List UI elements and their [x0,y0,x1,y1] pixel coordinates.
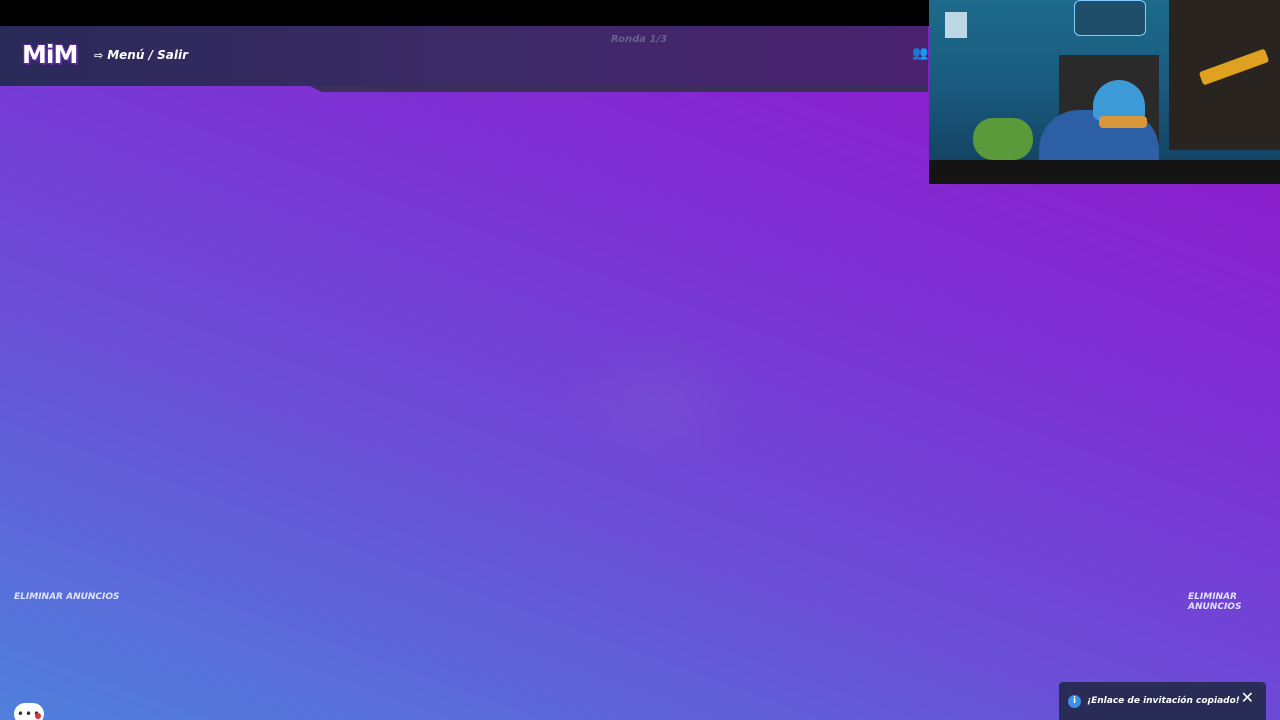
exit-icon: ⇨ [94,48,104,62]
remove-ads-right-link[interactable]: ELIMINAR ANUNCIOS [1188,592,1280,612]
webcam-overlay [929,0,1280,184]
invite-copied-toast: i ¡Enlace de invitación copiado! ✕ [1059,682,1266,720]
toast-message: ¡Enlace de invitación copiado! [1087,696,1240,706]
neon-sign [1074,0,1146,36]
background-watermark [560,330,760,470]
info-icon: i [1068,694,1081,708]
plush-toy [973,118,1033,160]
menu-exit-button[interactable]: ⇨ Menú / Salir [94,46,188,64]
chat-button[interactable]: ••• [14,703,44,720]
streamer-cap-brim [1099,116,1147,128]
players-icon[interactable]: 👥 [912,46,928,62]
desk [929,160,1280,182]
header-underline [310,86,928,92]
chat-notification-dot [35,713,41,719]
close-icon[interactable]: ✕ [1241,688,1254,707]
remove-ads-left-link[interactable]: ELIMINAR ANUNCIOS [14,592,120,602]
wall-paper [945,12,967,38]
round-indicator: Ronda 1/3 [610,34,668,45]
app-logo[interactable]: MiM [22,40,78,69]
menu-exit-label: Menú / Salir [107,48,189,62]
